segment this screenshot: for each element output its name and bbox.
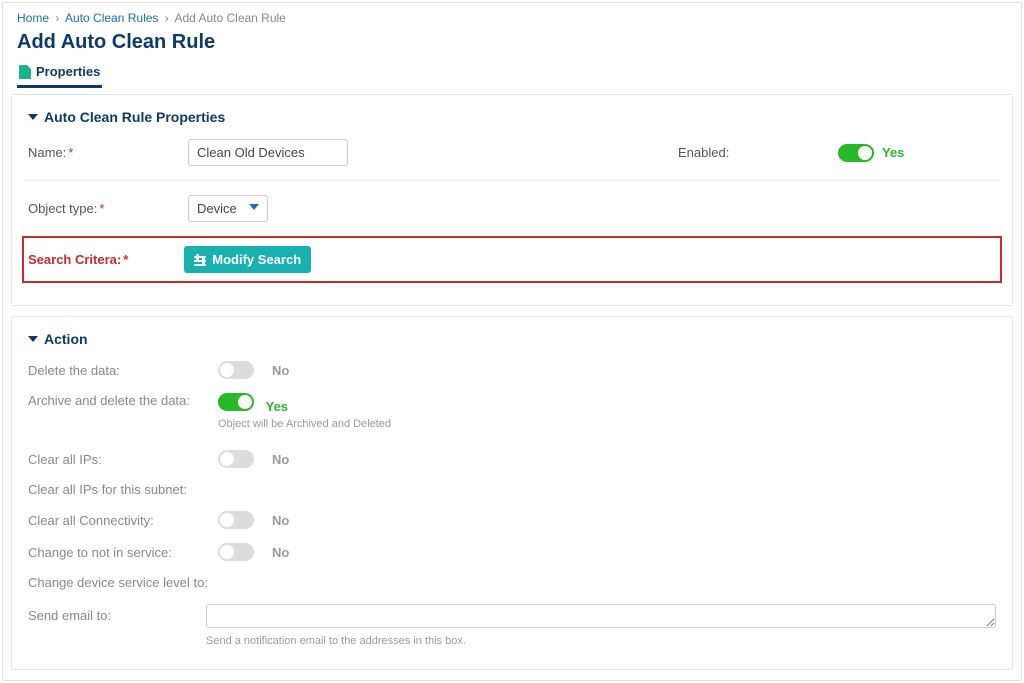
panel-title: Auto Clean Rule Properties: [44, 109, 225, 125]
breadcrumb-sep: ›: [55, 11, 59, 25]
page-title: Add Auto Clean Rule: [3, 29, 1021, 64]
tab-properties[interactable]: Properties: [17, 64, 102, 88]
toggle-clear-ips-value: No: [272, 452, 289, 467]
sliders-icon: [194, 254, 206, 266]
select-value: Device: [197, 201, 237, 216]
required-icon: *: [99, 201, 104, 216]
search-criteria-highlight: Search Critera:* Modify Search: [22, 236, 1002, 283]
label-search-criteria: Search Critera:*: [28, 252, 128, 267]
label-service-level: Change device service level to:: [28, 575, 208, 590]
document-icon: [19, 65, 31, 79]
breadcrumb: Home › Auto Clean Rules › Add Auto Clean…: [3, 3, 1021, 29]
label-object-type: Object type:*: [28, 201, 178, 216]
breadcrumb-sep: ›: [165, 11, 169, 25]
label-clear-ips-subnet: Clear all IPs for this subnet:: [28, 482, 208, 497]
modify-search-button[interactable]: Modify Search: [184, 246, 311, 273]
toggle-clear-connectivity[interactable]: [218, 511, 254, 529]
toggle-clear-ips[interactable]: [218, 450, 254, 468]
name-input[interactable]: [188, 139, 348, 166]
label-not-in-service: Change to not in service:: [28, 545, 208, 560]
panel-header-properties[interactable]: Auto Clean Rule Properties: [28, 109, 996, 125]
object-type-select[interactable]: Device: [188, 195, 268, 222]
required-icon: *: [68, 145, 73, 160]
panel-header-action[interactable]: Action: [28, 331, 996, 347]
panel-title: Action: [44, 331, 88, 347]
send-email-input[interactable]: [206, 604, 996, 628]
toggle-not-in-service[interactable]: [218, 543, 254, 561]
breadcrumb-current: Add Auto Clean Rule: [174, 11, 285, 25]
label-archive-delete: Archive and delete the data:: [28, 393, 208, 408]
breadcrumb-rules[interactable]: Auto Clean Rules: [65, 11, 158, 25]
breadcrumb-home[interactable]: Home: [17, 11, 49, 25]
label-send-email: Send email to:: [28, 604, 196, 623]
label-clear-connectivity: Clear all Connectivity:: [28, 513, 208, 528]
chevron-down-icon: [249, 204, 259, 210]
label-name: Name:*: [28, 145, 178, 160]
tab-label: Properties: [36, 64, 100, 79]
divider: [24, 180, 1000, 181]
toggle-delete-data-value: No: [272, 363, 289, 378]
hint-send-email: Send a notification email to the address…: [206, 635, 996, 647]
toggle-not-in-service-value: No: [272, 545, 289, 560]
toggle-clear-connectivity-value: No: [272, 513, 289, 528]
panel-rule-properties: Auto Clean Rule Properties Name:* Enable…: [11, 94, 1013, 306]
label-delete-data: Delete the data:: [28, 363, 208, 378]
toggle-archive-delete-value: Yes: [266, 399, 288, 414]
chevron-down-icon: [28, 114, 38, 120]
toggle-archive-delete[interactable]: [218, 393, 254, 411]
required-icon: *: [123, 252, 128, 267]
toggle-enabled-value: Yes: [882, 145, 904, 160]
chevron-down-icon: [28, 336, 38, 342]
button-label: Modify Search: [212, 252, 301, 267]
label-clear-ips: Clear all IPs:: [28, 452, 208, 467]
panel-action: Action Delete the data: No Archive and d…: [11, 316, 1013, 670]
toggle-delete-data[interactable]: [218, 361, 254, 379]
toggle-enabled[interactable]: [838, 144, 874, 162]
label-enabled: Enabled:: [678, 145, 838, 160]
hint-archive-delete: Object will be Archived and Deleted: [218, 418, 391, 430]
